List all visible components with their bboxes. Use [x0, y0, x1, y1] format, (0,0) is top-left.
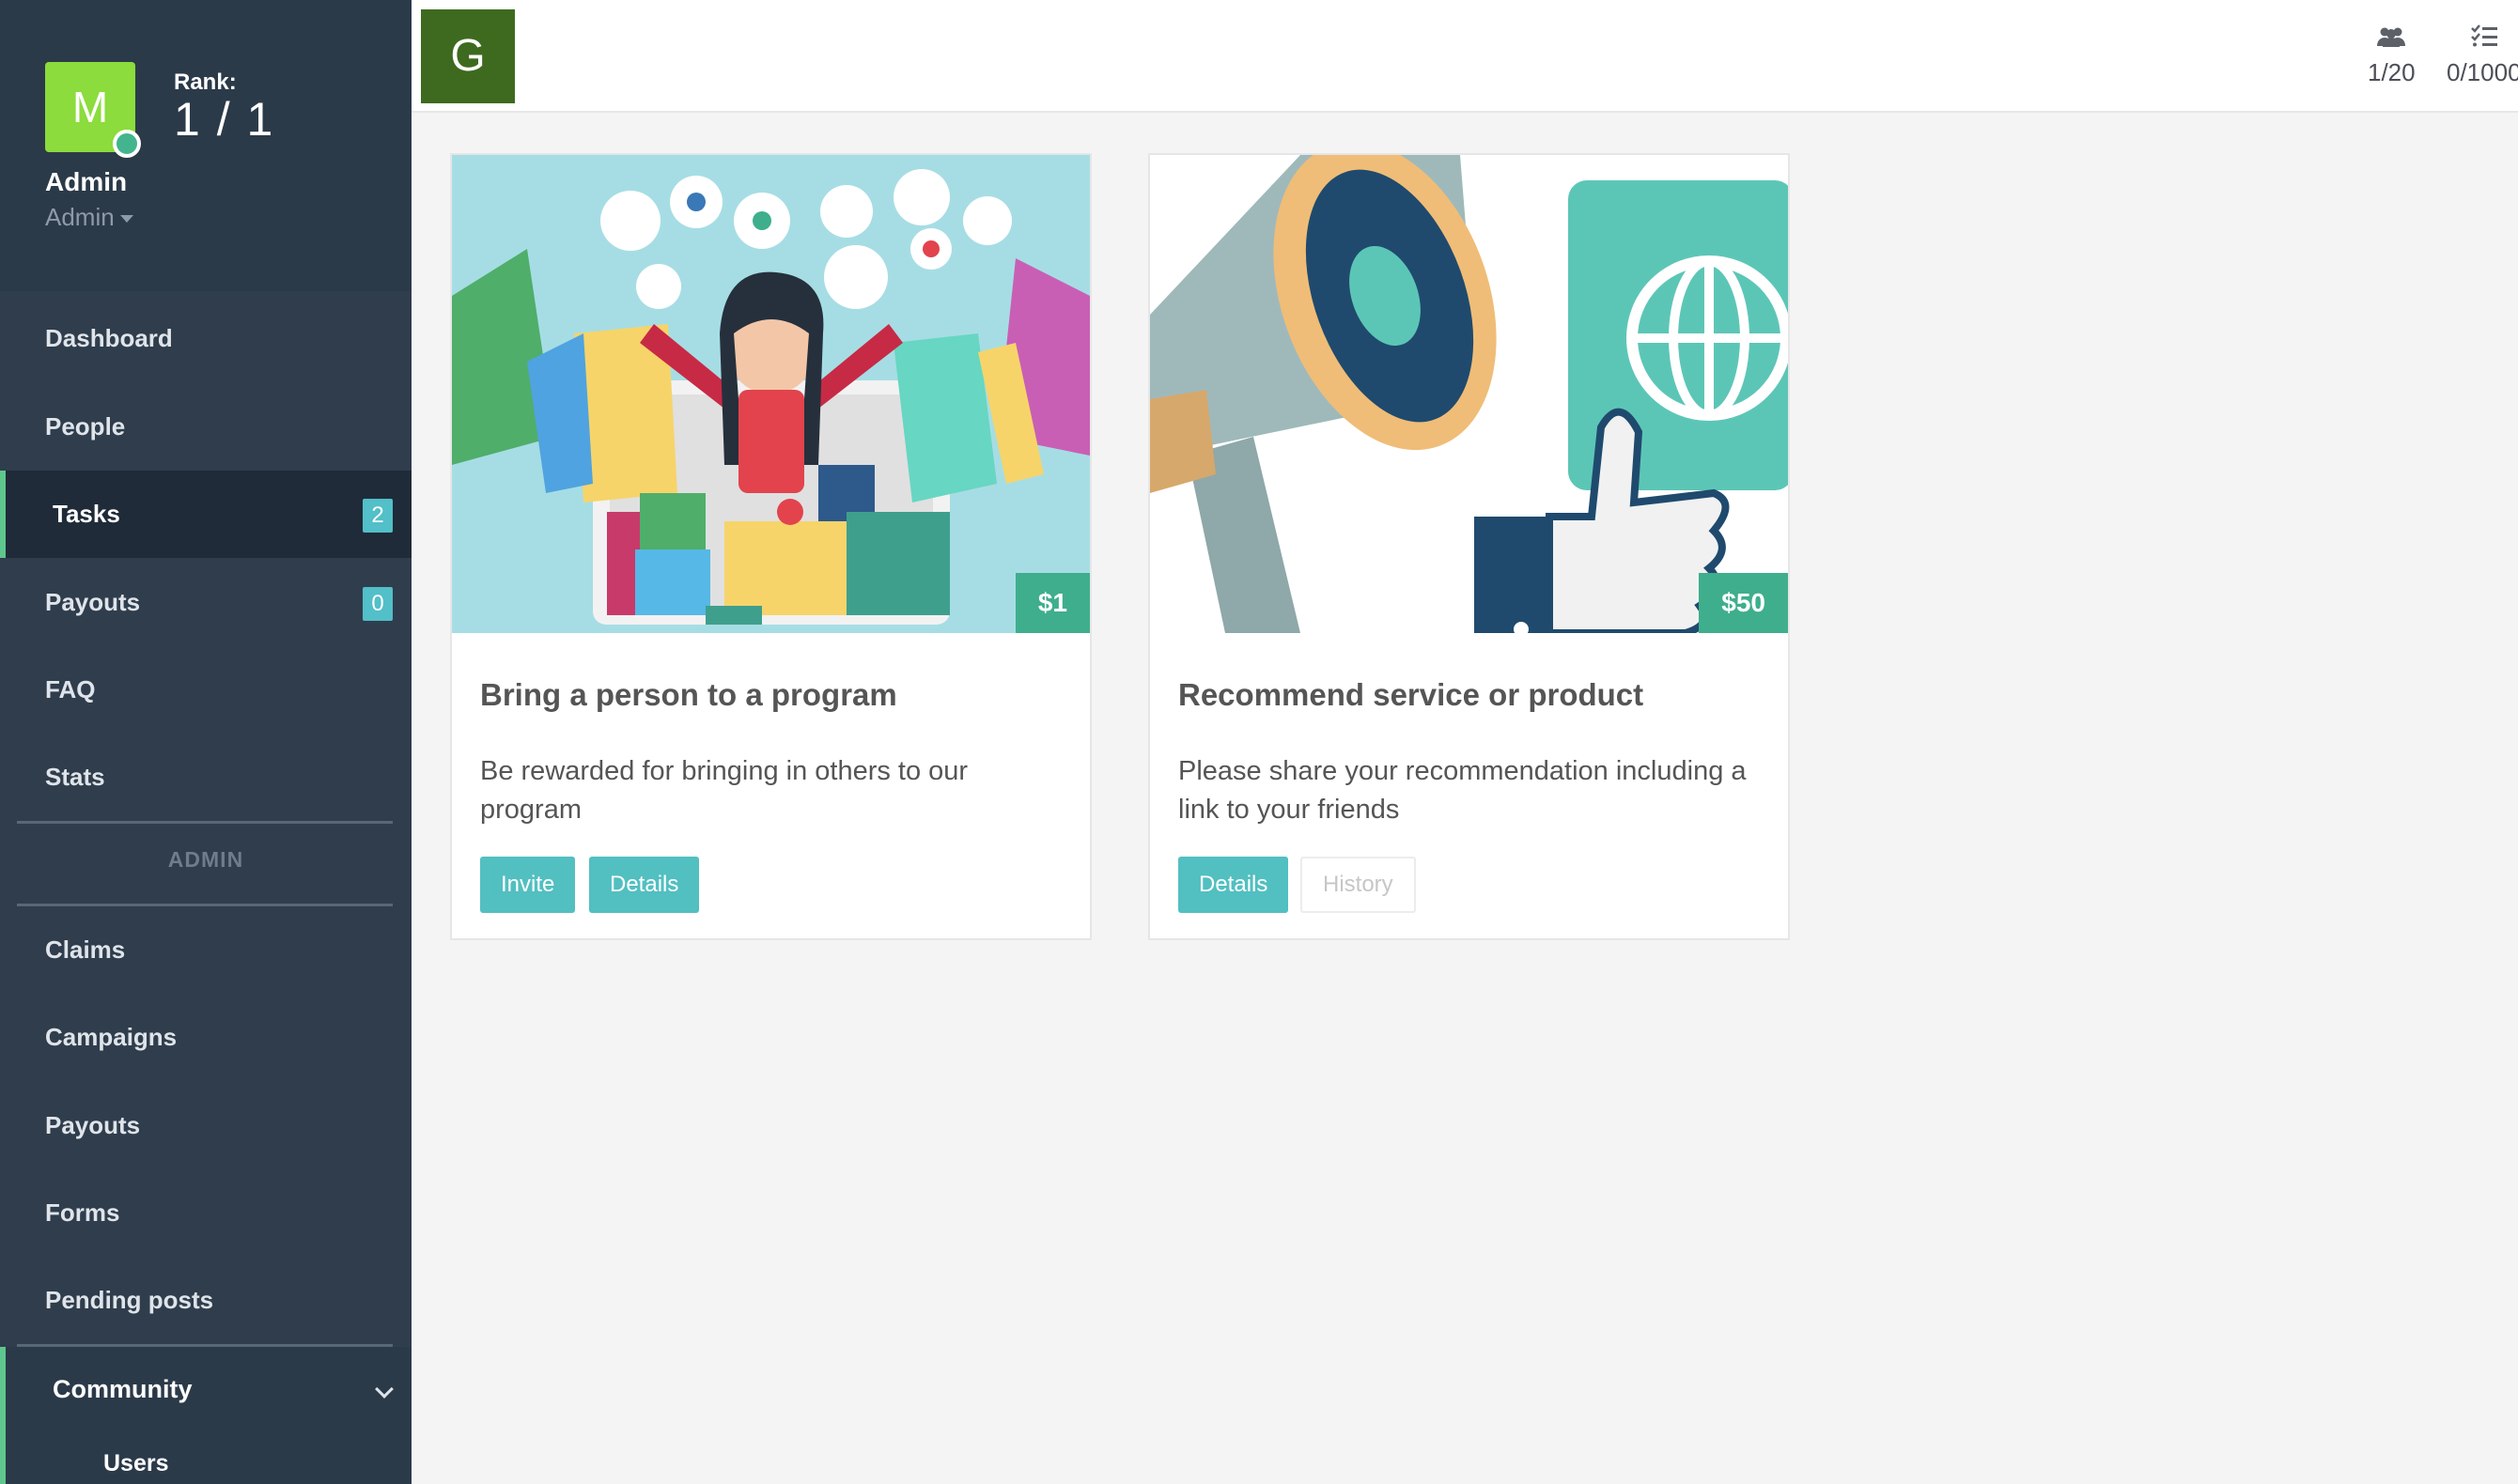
sidebar-item-label: Campaigns	[45, 1023, 178, 1051]
invite-button[interactable]: Invite	[480, 857, 576, 913]
profile-panel: M Rank: 1 / 1 Admin Admin	[0, 0, 412, 291]
sidebar-item-community[interactable]: Community Users	[0, 1347, 412, 1484]
members-counter[interactable]: 1/20	[2368, 24, 2416, 87]
task-card: $1 Bring a person to a program Be reward…	[450, 153, 1092, 940]
checklist-icon	[2447, 24, 2518, 53]
details-button[interactable]: Details	[1178, 857, 1289, 913]
task-card: $50 Recommend service or product Please …	[1148, 153, 1790, 940]
sidebar-item-forms[interactable]: Forms	[0, 1169, 412, 1257]
history-button[interactable]: History	[1300, 857, 1416, 913]
online-status-icon	[113, 130, 141, 158]
sidebar-item-people[interactable]: People	[0, 383, 412, 471]
reward-price-badge: $50	[1699, 573, 1788, 633]
sidebar-item-claims[interactable]: Claims	[0, 906, 412, 994]
topbar: G 1/20 0/1000	[412, 0, 2518, 113]
sidebar-item-label: Community	[53, 1375, 193, 1403]
sidebar-item-label: FAQ	[45, 675, 96, 703]
payouts-count-badge: 0	[363, 587, 393, 621]
user-role-label: Admin	[45, 203, 115, 231]
sidebar-item-label: Tasks	[53, 500, 120, 528]
details-button[interactable]: Details	[589, 857, 700, 913]
shopping-illustration: $1	[452, 155, 1090, 633]
sidebar-item-admin-payouts[interactable]: Payouts	[0, 1082, 412, 1169]
tasks-count-badge: 2	[363, 499, 393, 533]
tasks-counter[interactable]: 0/1000	[2447, 24, 2518, 87]
sidebar-item-stats[interactable]: Stats	[0, 734, 412, 821]
tasks-count: 0/1000	[2447, 58, 2518, 86]
sidebar-item-label: Dashboard	[45, 324, 173, 352]
card-title: Recommend service or product	[1178, 677, 1644, 712]
brand-logo[interactable]: G	[421, 9, 515, 103]
admin-section-label: ADMIN	[167, 847, 244, 872]
sidebar: M Rank: 1 / 1 Admin Admin Dashboard Peop…	[0, 0, 412, 1484]
sidebar-item-label: Payouts	[45, 588, 141, 616]
card-description: Be rewarded for bringing in others to ou…	[480, 756, 969, 825]
sidebar-item-label: Pending posts	[45, 1286, 214, 1314]
sidebar-item-label: Payouts	[45, 1111, 141, 1139]
users-icon	[2368, 24, 2416, 53]
rank-value: 1 / 1	[174, 93, 275, 146]
members-count: 1/20	[2368, 58, 2416, 86]
sidebar-item-label: People	[45, 412, 126, 441]
sidebar-item-campaigns[interactable]: Campaigns	[0, 994, 412, 1081]
card-description: Please share your recommendation includi…	[1178, 756, 1747, 825]
sidebar-item-pending-posts[interactable]: Pending posts	[0, 1257, 412, 1344]
sidebar-item-label: Claims	[45, 935, 126, 964]
sidebar-item-dashboard[interactable]: Dashboard	[0, 295, 412, 382]
user-name: Admin	[45, 167, 128, 196]
caret-down-icon	[119, 215, 133, 224]
sidebar-item-label: Forms	[45, 1198, 120, 1227]
chevron-down-icon	[375, 1380, 394, 1399]
divider	[17, 821, 393, 824]
sidebar-subitem-users[interactable]: Users	[103, 1450, 169, 1477]
user-role-dropdown[interactable]: Admin	[45, 203, 133, 232]
sidebar-item-faq[interactable]: FAQ	[0, 646, 412, 734]
sidebar-item-tasks[interactable]: Tasks 2	[0, 471, 412, 558]
sidebar-item-label: Stats	[45, 763, 105, 791]
reward-price-badge: $1	[1015, 573, 1090, 633]
megaphone-illustration: $50	[1150, 155, 1788, 633]
card-title: Bring a person to a program	[480, 677, 897, 712]
sidebar-item-payouts[interactable]: Payouts 0	[0, 559, 412, 646]
